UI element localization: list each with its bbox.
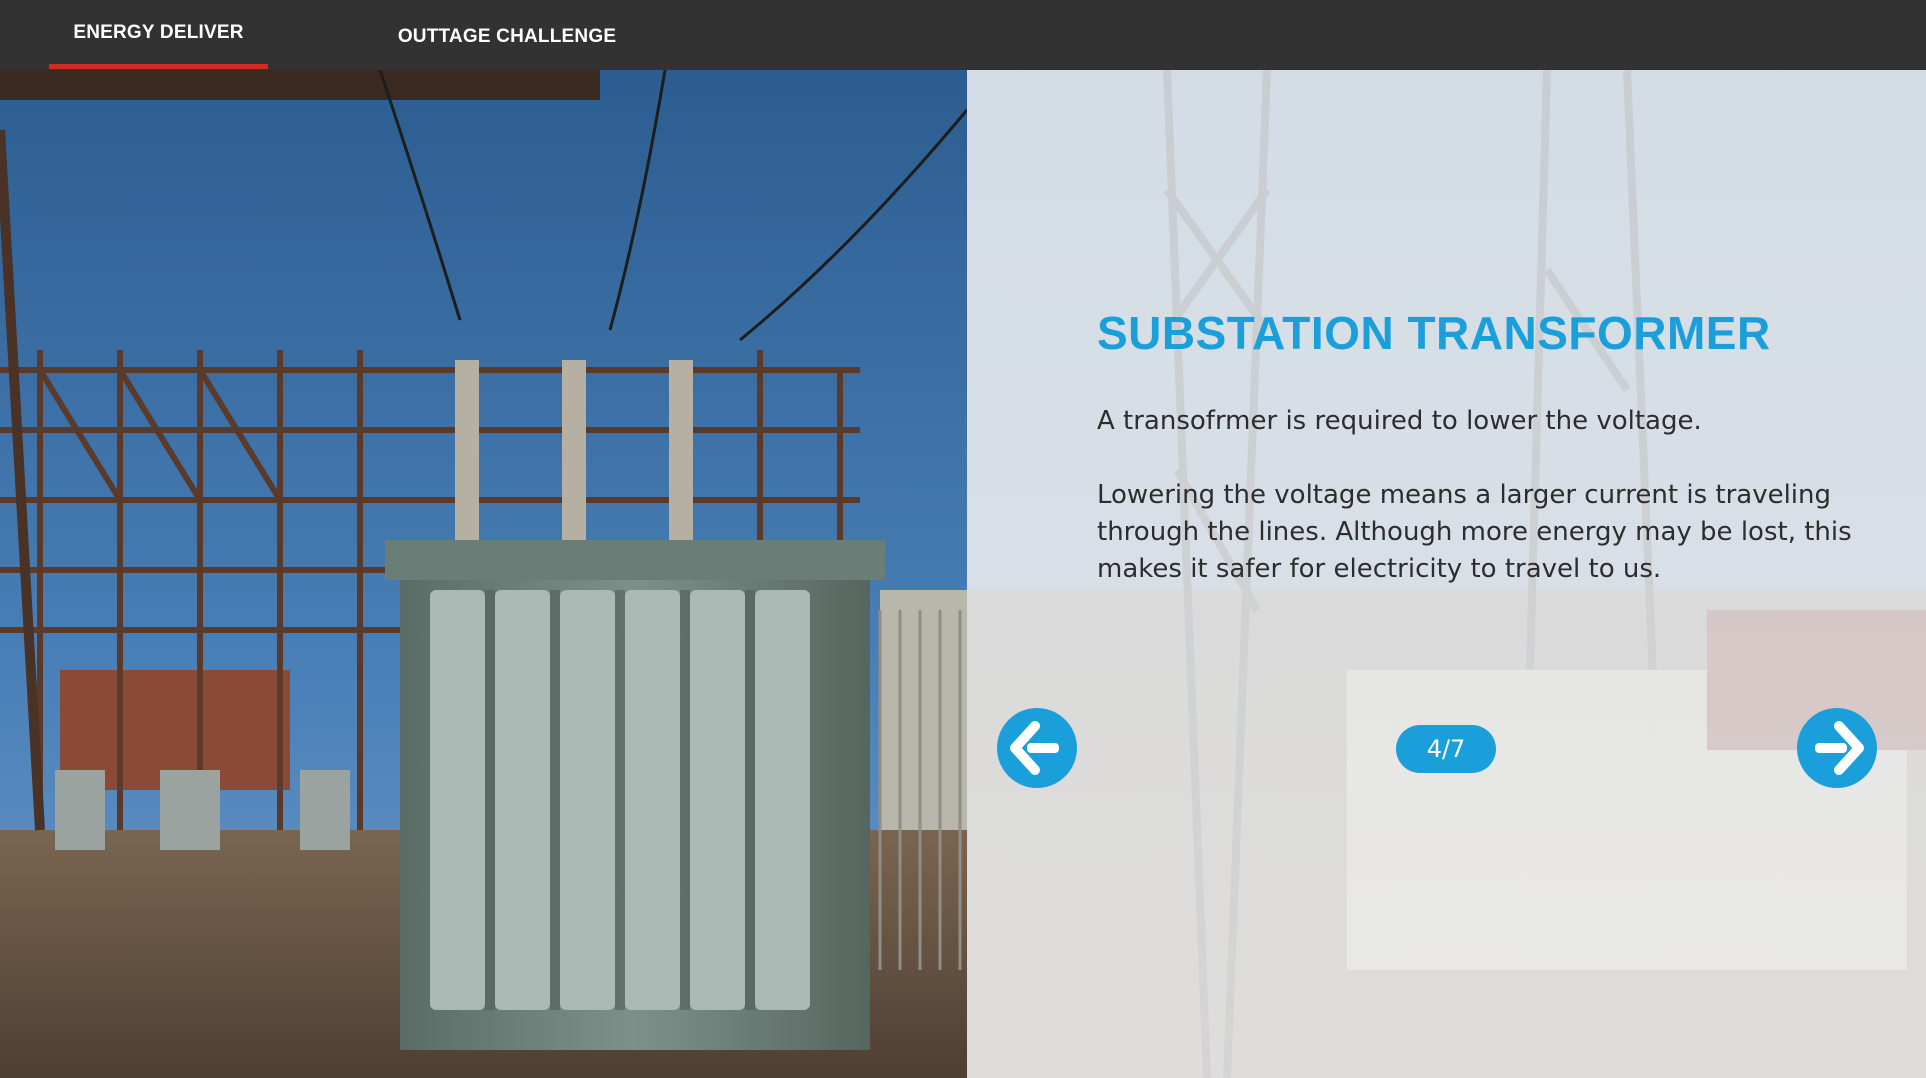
active-tab-indicator (49, 64, 268, 69)
slide-paragraph-2: Lowering the voltage means a larger curr… (1097, 480, 1852, 584)
slide-counter: 4/7 (1396, 725, 1496, 773)
arrow-right-icon (1815, 721, 1864, 775)
substation-illustration (0, 70, 967, 1078)
top-navigation-bar: ENERGY DELIVER OUTTAGE CHALLENGE (0, 0, 1926, 70)
arrow-left-icon (1010, 721, 1059, 775)
tab-energy-deliver[interactable]: ENERGY DELIVER (49, 0, 268, 70)
substation-photo (0, 70, 967, 1078)
tab-outtage-challenge[interactable]: OUTTAGE CHALLENGE (382, 0, 632, 70)
next-slide-button[interactable] (1797, 708, 1877, 788)
slide-title: SUBSTATION TRANSFORMER (1097, 307, 1771, 359)
slide-paragraph-1: A transofrmer is required to lower the v… (1097, 406, 1702, 436)
previous-slide-button[interactable] (997, 708, 1077, 788)
info-panel: SUBSTATION TRANSFORMER A transofrmer is … (967, 70, 1926, 1078)
